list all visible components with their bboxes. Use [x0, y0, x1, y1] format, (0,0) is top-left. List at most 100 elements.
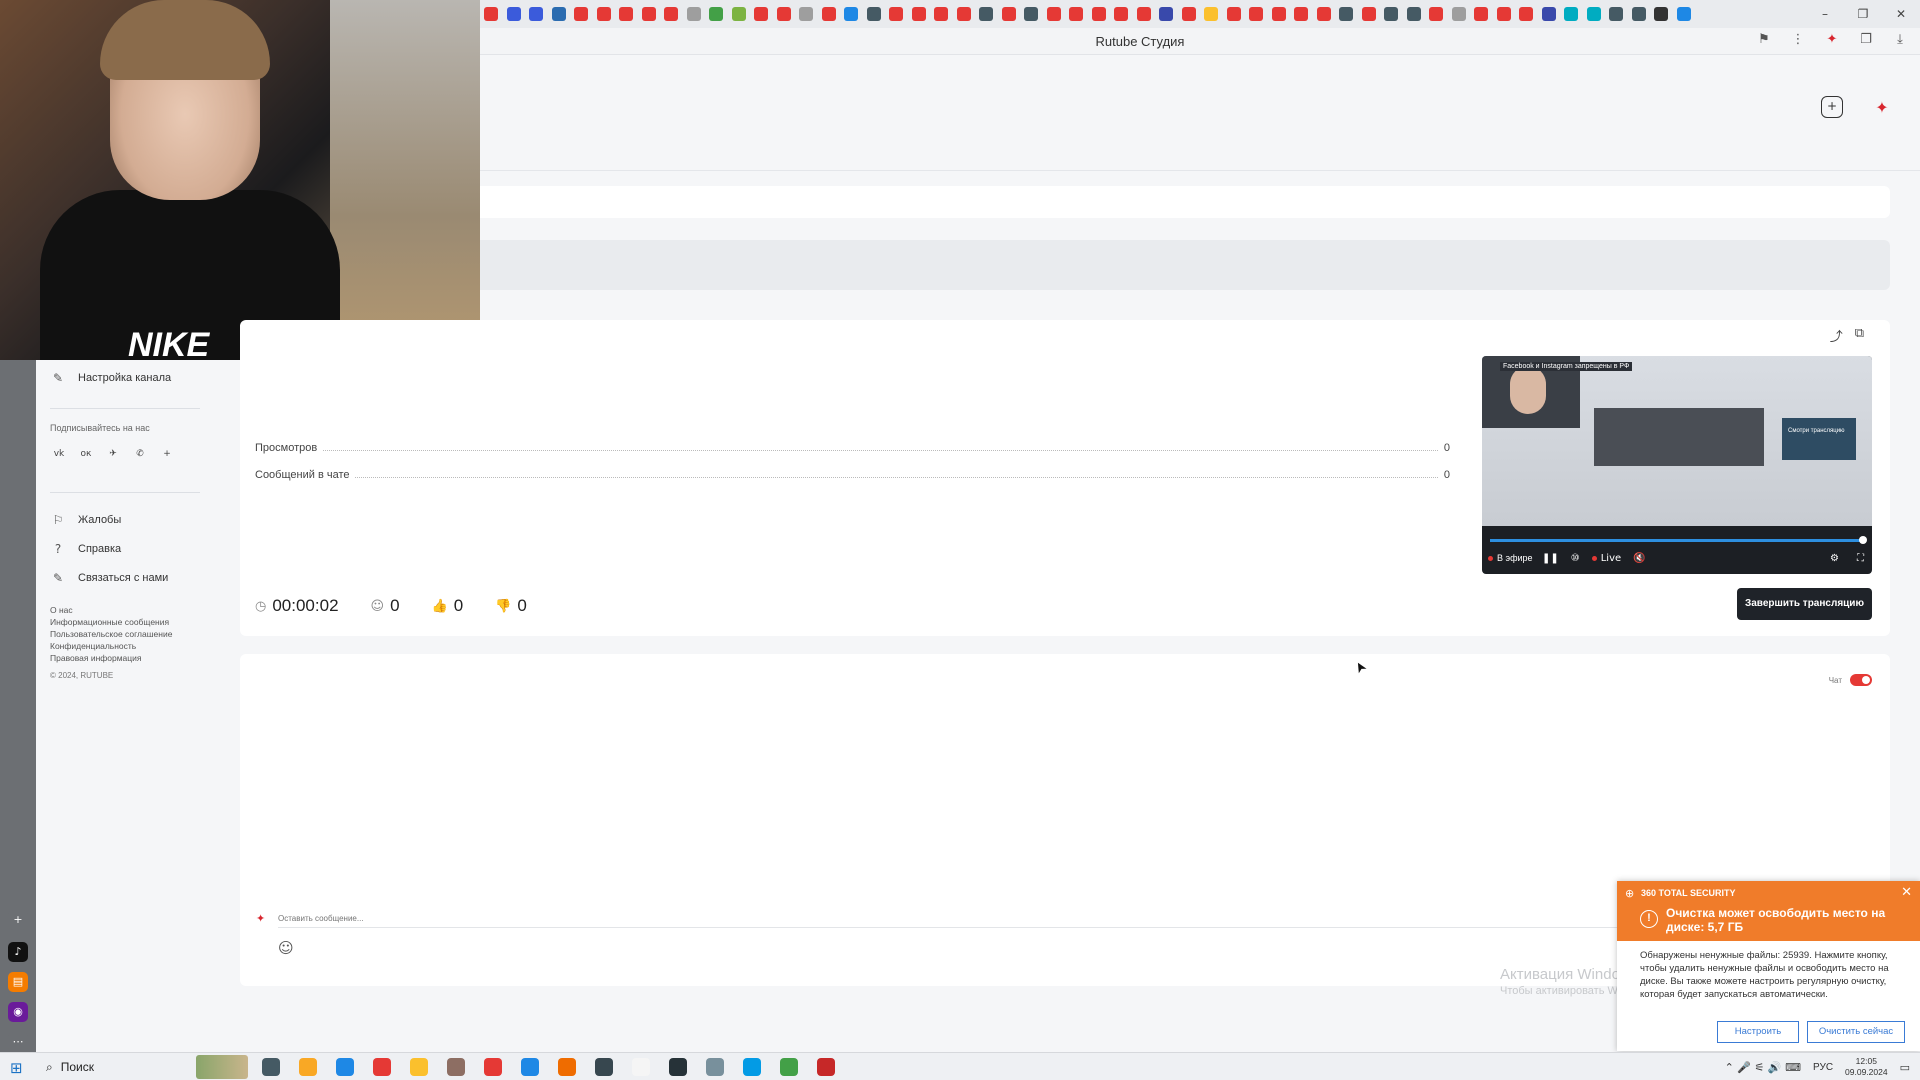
footer-link[interactable]: Информационные сообщения	[50, 616, 172, 628]
browser-tab[interactable]	[1609, 7, 1623, 21]
browser-tab[interactable]	[1496, 7, 1511, 21]
more-icon[interactable]: +	[158, 445, 176, 463]
browser-tab[interactable]	[596, 7, 611, 21]
share-icon[interactable]: ⤴	[1830, 326, 1843, 345]
side-strip-app-icon[interactable]: ♪	[8, 942, 28, 962]
browser-tab[interactable]	[889, 7, 903, 21]
taskbar-app-icon[interactable]	[632, 1058, 650, 1076]
upload-button[interactable]: +	[1821, 96, 1843, 118]
browser-tab[interactable]	[754, 7, 768, 21]
menu-icon[interactable]: ⋮	[1788, 32, 1808, 47]
browser-tab[interactable]	[866, 7, 881, 21]
taskbar-app-icon[interactable]	[595, 1058, 613, 1076]
side-strip-app-icon[interactable]: ⋯	[8, 1032, 28, 1052]
browser-tab[interactable]	[1631, 7, 1646, 21]
browser-tab[interactable]	[1204, 7, 1218, 21]
browser-tab[interactable]	[1406, 7, 1421, 21]
sidebar-item-help[interactable]: ? Справка	[50, 542, 121, 556]
telegram-icon[interactable]: ✈	[104, 445, 122, 463]
configure-button[interactable]: Настроить	[1717, 1021, 1799, 1043]
browser-tab[interactable]	[664, 7, 678, 21]
language-indicator[interactable]: РУС	[1813, 1062, 1833, 1073]
notification-center-icon[interactable]: ▭	[1900, 1061, 1910, 1074]
taskbar-app-icon[interactable]	[817, 1058, 835, 1076]
fullscreen-icon[interactable]: ⛶	[1857, 553, 1864, 564]
close-icon[interactable]: ✕	[1901, 885, 1912, 900]
collections-icon[interactable]: ❐	[1856, 32, 1876, 47]
browser-tab[interactable]	[1024, 7, 1038, 21]
chat-toggle[interactable]: Чат	[1829, 674, 1872, 686]
taskbar-app-icon[interactable]	[558, 1058, 576, 1076]
browser-tab[interactable]	[686, 7, 701, 21]
browser-tab[interactable]	[551, 7, 566, 21]
player-progress-bar[interactable]	[1490, 536, 1867, 544]
browser-tab[interactable]	[1316, 7, 1331, 21]
tray-icons[interactable]: ⌃ 🎤 ⚟ 🔊 ⌨	[1725, 1061, 1801, 1074]
footer-link[interactable]: Пользовательское соглашение	[50, 628, 172, 640]
browser-tab[interactable]	[1429, 7, 1443, 21]
stream-preview-player[interactable]: Facebook и Instagram запрещены в РФ Смот…	[1482, 356, 1872, 574]
browser-tab[interactable]	[1001, 7, 1016, 21]
browser-tab[interactable]	[911, 7, 926, 21]
browser-tab[interactable]	[1046, 7, 1061, 21]
browser-tab[interactable]	[776, 7, 791, 21]
minimize-button[interactable]: –	[1806, 7, 1844, 21]
end-stream-button[interactable]: Завершить трансляцию	[1737, 588, 1872, 620]
browser-tab[interactable]	[1181, 7, 1196, 21]
browser-tab[interactable]	[1249, 7, 1263, 21]
browser-tab[interactable]	[1541, 7, 1556, 21]
browser-tab[interactable]	[1564, 7, 1578, 21]
browser-tab[interactable]	[821, 7, 836, 21]
taskbar-app-icon[interactable]	[336, 1058, 354, 1076]
taskbar-app-icon[interactable]	[669, 1058, 687, 1076]
clean-now-button[interactable]: Очистить сейчас	[1807, 1021, 1905, 1043]
taskbar-app-icon[interactable]	[262, 1058, 280, 1076]
browser-tab[interactable]	[1271, 7, 1286, 21]
open-external-icon[interactable]: ⧉	[1855, 326, 1864, 345]
side-strip-app-icon[interactable]: ▤	[8, 972, 28, 992]
chat-message-input[interactable]	[278, 910, 1658, 928]
browser-tab[interactable]	[506, 7, 521, 21]
browser-tab[interactable]	[574, 7, 588, 21]
footer-link[interactable]: Правовая информация	[50, 652, 172, 664]
side-strip-app-icon[interactable]: +	[8, 910, 28, 930]
taskbar-app-icon[interactable]	[299, 1058, 317, 1076]
live-badge[interactable]: Live	[1591, 553, 1621, 564]
download-icon[interactable]: ⤓	[1890, 32, 1910, 47]
browser-tab[interactable]	[844, 7, 858, 21]
viber-icon[interactable]: ✆	[131, 445, 149, 463]
odnoklassniki-icon[interactable]: ок	[77, 445, 95, 463]
start-icon[interactable]: ⊞	[10, 1059, 23, 1077]
browser-tab[interactable]	[1519, 7, 1533, 21]
chat-toggle-switch[interactable]	[1850, 674, 1872, 686]
browser-tab[interactable]	[709, 7, 723, 21]
browser-tab[interactable]	[1339, 7, 1353, 21]
taskbar-app-icon[interactable]	[373, 1058, 391, 1076]
browser-tab[interactable]	[934, 7, 948, 21]
browser-tab[interactable]	[1451, 7, 1466, 21]
user-avatar[interactable]: ✦	[1870, 96, 1894, 120]
mute-icon[interactable]: 🔇	[1633, 553, 1645, 564]
browser-tab[interactable]	[1091, 7, 1106, 21]
extension-icon[interactable]: ✦	[1822, 32, 1842, 47]
browser-tab[interactable]	[529, 7, 543, 21]
browser-tab[interactable]	[1586, 7, 1601, 21]
browser-tab[interactable]	[1384, 7, 1398, 21]
side-strip-app-icon[interactable]: ◉	[8, 1002, 28, 1022]
browser-tab[interactable]	[484, 7, 498, 21]
vk-icon[interactable]: vk	[50, 445, 68, 463]
restore-button[interactable]: ❐	[1844, 7, 1882, 21]
footer-link[interactable]: О нас	[50, 604, 172, 616]
taskbar-app-icon[interactable]	[743, 1058, 761, 1076]
clock[interactable]: 12:05 09.09.2024	[1845, 1056, 1888, 1078]
close-window-button[interactable]: ✕	[1882, 7, 1920, 21]
emoji-icon[interactable]: ☺	[278, 939, 294, 957]
browser-tab[interactable]	[1159, 7, 1173, 21]
taskbar-app-icon[interactable]	[410, 1058, 428, 1076]
browser-tab[interactable]	[1676, 7, 1691, 21]
browser-tab[interactable]	[731, 7, 746, 21]
taskbar-app-icon[interactable]	[484, 1058, 502, 1076]
browser-tab[interactable]	[1654, 7, 1668, 21]
taskbar-app-icon[interactable]	[780, 1058, 798, 1076]
pause-icon[interactable]: ❚❚	[1542, 553, 1559, 564]
